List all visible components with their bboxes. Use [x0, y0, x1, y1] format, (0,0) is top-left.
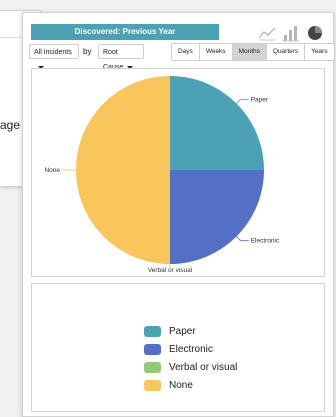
- legend-label: Verbal or visual: [169, 361, 238, 373]
- legend-panel: Paper Electronic Verbal or visual None: [31, 283, 325, 412]
- period-button-days[interactable]: Days: [172, 44, 200, 60]
- pie-slice-paper[interactable]: [170, 76, 264, 170]
- pie-label-none: None: [44, 167, 60, 174]
- pie-label-electronic: Electronic: [251, 238, 280, 245]
- legend-label: Electronic: [169, 343, 213, 355]
- period-button-years[interactable]: Years: [305, 44, 333, 60]
- pie-label-verbal-or-visual: Verbal or visual: [148, 267, 193, 274]
- line-chart-icon[interactable]: [257, 23, 277, 43]
- legend-swatch-none: [144, 379, 161, 391]
- pie-label-line-electronic: [236, 236, 249, 242]
- legend-label: None: [169, 379, 193, 391]
- period-selector: Days Weeks Months Quarters Years: [171, 43, 335, 61]
- period-button-quarters[interactable]: Quarters: [267, 44, 306, 60]
- legend-swatch-paper: [144, 325, 161, 337]
- incidents-dropdown[interactable]: All Incidents: [29, 44, 79, 69]
- by-label: by: [83, 47, 92, 56]
- legend-item-electronic[interactable]: Electronic: [144, 342, 213, 356]
- pie-chart: Paper Electronic Verbal or visual None: [44, 76, 280, 274]
- legend-label: Paper: [169, 325, 196, 337]
- legend-item-verbal-or-visual[interactable]: Verbal or visual: [144, 360, 237, 374]
- pie-slice-none[interactable]: [76, 76, 170, 264]
- incidents-dropdown-label: All Incidents: [34, 49, 72, 56]
- pie-chart-icon[interactable]: [305, 23, 325, 43]
- pie-chart-panel: Paper Electronic Verbal or visual None: [31, 68, 325, 277]
- bar-chart-icon[interactable]: [281, 23, 301, 43]
- legend-swatch-electronic: [144, 343, 161, 355]
- pie-label-line-paper: [236, 98, 249, 104]
- pie-slice-electronic[interactable]: [170, 170, 264, 264]
- incident-chart-card: Discovered: Previous Year All Incidents …: [22, 12, 335, 417]
- period-button-weeks[interactable]: Weeks: [200, 44, 233, 60]
- chart-title-banner: Discovered: Previous Year: [31, 24, 219, 40]
- chart-type-switcher: [257, 23, 329, 43]
- legend-item-none[interactable]: None: [144, 378, 193, 392]
- legend-swatch-verbal-or-visual: [144, 361, 161, 373]
- legend-item-paper[interactable]: Paper: [144, 324, 196, 338]
- group-by-dropdown[interactable]: Root Cause: [98, 44, 144, 71]
- period-button-months[interactable]: Months: [232, 44, 267, 60]
- pie-label-paper: Paper: [251, 96, 269, 103]
